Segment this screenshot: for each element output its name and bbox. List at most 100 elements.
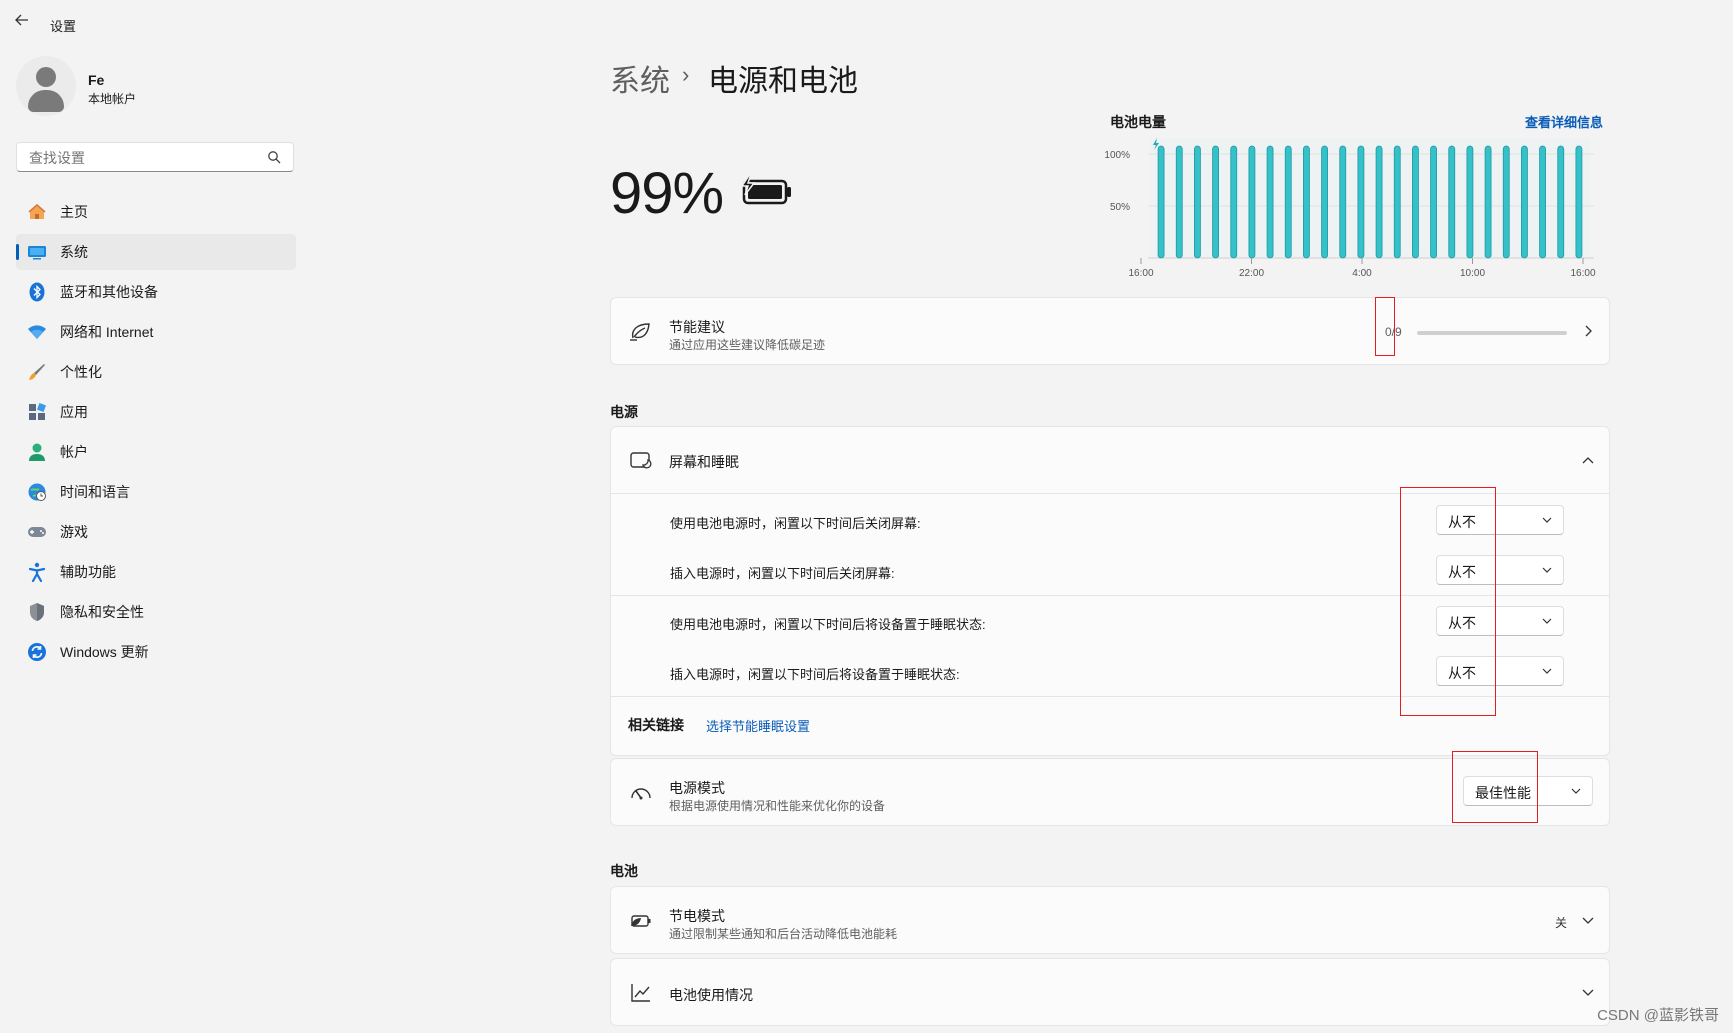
chevron-right-icon[interactable] xyxy=(1581,324,1597,340)
section-heading-power: 电源 xyxy=(610,404,638,420)
chart-bar xyxy=(1194,145,1201,259)
sidebar-item-personalization[interactable]: 个性化 xyxy=(16,354,296,390)
breadcrumb-parent[interactable]: 系统 xyxy=(610,56,670,100)
sidebar-item-privacy[interactable]: 隐私和安全性 xyxy=(16,594,296,630)
battery-saver-card[interactable]: 节电模式 通过限制某些通知和后台活动降低电池能耗 关 xyxy=(610,886,1610,954)
y-tick-label: 50% xyxy=(1110,202,1130,213)
chevron-down-icon xyxy=(1570,784,1582,802)
chart-bar xyxy=(1212,145,1219,259)
chart-bar xyxy=(1157,145,1165,259)
sidebar-item-label: 辅助功能 xyxy=(60,564,116,580)
battery-usage-card[interactable]: 电池使用情况 xyxy=(610,958,1610,1026)
sidebar-item-windows-update[interactable]: Windows 更新 xyxy=(16,634,296,670)
battery-charging-icon xyxy=(738,173,794,213)
search-icon[interactable] xyxy=(267,150,281,169)
battery-saver-state: 关 xyxy=(1555,916,1568,930)
chevron-down-icon xyxy=(1541,563,1553,581)
x-tick-label: 10:00 xyxy=(1460,268,1485,279)
sidebar-item-label: 系统 xyxy=(60,244,88,260)
avatar[interactable] xyxy=(16,56,76,116)
energy-recommendations-card[interactable]: 节能建议 通过应用这些建议降低碳足迹 0/9 xyxy=(610,297,1610,365)
bluetooth-icon xyxy=(26,281,48,303)
sidebar-item-accounts[interactable]: 帐户 xyxy=(16,434,296,470)
sidebar-item-label: 隐私和安全性 xyxy=(60,604,144,620)
chart-bar xyxy=(1230,145,1238,259)
sidebar-item-home[interactable]: 主页 xyxy=(16,194,296,230)
highlight-box xyxy=(1375,297,1395,356)
back-button[interactable] xyxy=(14,12,32,34)
chart-bar xyxy=(1557,145,1565,259)
highlight-box xyxy=(1400,487,1496,716)
setting-label: 使用电池电源时，闲置以下时间后将设备置于睡眠状态: xyxy=(670,617,986,632)
x-tick-label: 16:00 xyxy=(1570,268,1595,279)
sidebar-item-gaming[interactable]: 游戏 xyxy=(16,514,296,550)
chart-bar xyxy=(1539,145,1546,259)
power-mode-title: 电源模式 xyxy=(669,780,725,796)
sidebar-item-label: 应用 xyxy=(60,404,88,420)
account-icon xyxy=(26,441,48,463)
related-links-label: 相关链接 xyxy=(628,717,684,733)
setting-label: 插入电源时，闲置以下时间后关闭屏幕: xyxy=(670,566,895,581)
apps-icon xyxy=(26,401,48,423)
breadcrumb-separator-icon: › xyxy=(682,62,690,87)
y-tick-label: 100% xyxy=(1104,150,1130,161)
chart-bar xyxy=(1303,145,1310,259)
chart-bar xyxy=(1502,145,1510,259)
sidebar-item-label: 帐户 xyxy=(60,444,88,460)
chart-bar xyxy=(1284,145,1292,259)
chart-bar xyxy=(1466,145,1474,259)
setting-label: 使用电池电源时，闲置以下时间后关闭屏幕: xyxy=(670,516,921,531)
chart-bar xyxy=(1248,145,1256,259)
battery-level-chart: 100% 50% 16:00 22:00 4:00 10:00 16:00 xyxy=(1104,138,1596,279)
chevron-down-icon[interactable] xyxy=(1581,985,1597,1001)
sidebar-item-label: 主页 xyxy=(60,204,88,220)
sidebar-item-apps[interactable]: 应用 xyxy=(16,394,296,430)
account-type: 本地帐户 xyxy=(88,92,137,106)
sidebar-item-accessibility[interactable]: 辅助功能 xyxy=(16,554,296,590)
highlight-box xyxy=(1452,751,1538,823)
wifi-icon xyxy=(26,321,48,343)
sidebar-item-label: Windows 更新 xyxy=(60,644,149,660)
sidebar-item-network[interactable]: 网络和 Internet xyxy=(16,314,296,350)
energy-recommendations-title: 节能建议 xyxy=(669,319,725,335)
search-box[interactable] xyxy=(16,142,294,172)
chevron-up-icon[interactable] xyxy=(1581,453,1597,469)
chart-bar xyxy=(1375,145,1383,259)
chevron-down-icon xyxy=(1541,664,1553,682)
chart-bar xyxy=(1448,145,1456,259)
battery-percentage: 99% xyxy=(610,161,724,226)
leaf-icon xyxy=(629,320,653,347)
sidebar-item-label: 个性化 xyxy=(60,364,102,380)
accessibility-icon xyxy=(26,561,48,583)
sidebar-item-bluetooth[interactable]: 蓝牙和其他设备 xyxy=(16,274,296,310)
chart-bar xyxy=(1521,145,1528,259)
view-details-link[interactable]: 查看详细信息 xyxy=(1525,112,1603,131)
power-sleep-settings-link[interactable]: 选择节能睡眠设置 xyxy=(706,716,810,735)
setting-label: 插入电源时，闲置以下时间后将设备置于睡眠状态: xyxy=(670,667,960,682)
sidebar-nav: 主页 系统 蓝牙和其他设备 网络和 Internet 个性化 应用 帐户 时间和… xyxy=(16,194,296,674)
chart-bar xyxy=(1484,145,1492,259)
page-title: 电源和电池 xyxy=(708,65,858,98)
sidebar-item-system[interactable]: 系统 xyxy=(16,234,296,270)
system-icon xyxy=(26,241,48,263)
sidebar-item-time-language[interactable]: 时间和语言 xyxy=(16,474,296,510)
shield-icon xyxy=(26,601,48,623)
account-name: Fe xyxy=(88,72,105,88)
battery-usage-title: 电池使用情况 xyxy=(669,987,753,1003)
x-tick-label: 22:00 xyxy=(1239,268,1264,279)
gamepad-icon xyxy=(26,521,48,543)
search-input[interactable] xyxy=(27,149,261,167)
chart-bar xyxy=(1321,145,1328,259)
home-icon xyxy=(26,201,48,223)
chevron-down-icon xyxy=(1541,614,1553,632)
chevron-down-icon[interactable] xyxy=(1581,913,1597,929)
x-tick-label: 16:00 xyxy=(1128,268,1153,279)
chart-bar xyxy=(1393,145,1401,259)
power-mode-gauge-icon xyxy=(629,782,653,809)
battery-saver-icon xyxy=(629,910,653,937)
chart-bar xyxy=(1430,145,1437,259)
recommendations-progress-bar xyxy=(1417,331,1567,335)
globe-clock-icon xyxy=(26,481,48,503)
window-title: 设置 xyxy=(50,19,77,34)
chart-title: 电池电量 xyxy=(1110,114,1166,130)
